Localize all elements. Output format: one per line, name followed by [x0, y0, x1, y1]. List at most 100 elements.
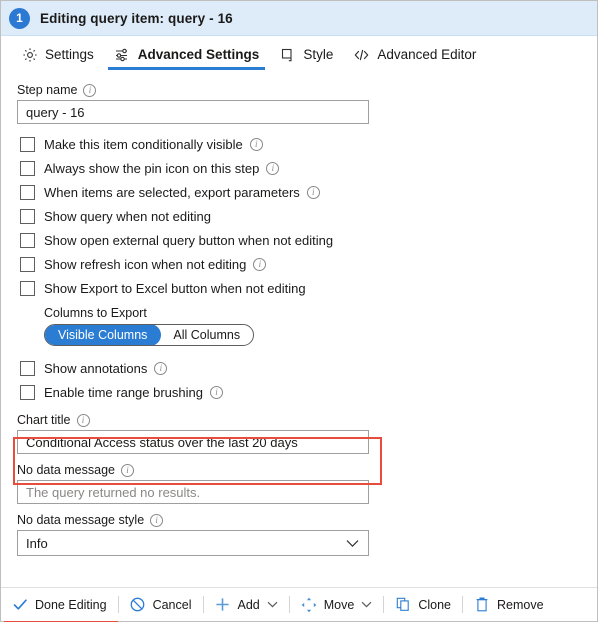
no-data-message-style-label-text: No data message style	[17, 513, 145, 527]
checkbox-row-show-annotations[interactable]: Show annotations i	[20, 356, 597, 380]
checkbox-export-parameters[interactable]	[20, 184, 35, 200]
chart-title-label: Chart title i	[17, 413, 597, 427]
chart-title-value: Conditional Access status over the last …	[26, 434, 298, 450]
info-icon[interactable]: i	[266, 161, 280, 175]
add-button[interactable]: Add	[204, 588, 289, 621]
step-number-badge: 1	[9, 7, 30, 29]
button-label: Cancel	[152, 597, 192, 612]
no-data-message-label-text: No data message	[17, 463, 115, 477]
gear-icon	[21, 46, 38, 63]
no-data-message-style-label: No data message style i	[17, 513, 597, 527]
checkbox-label-text: Make this item conditionally visible	[44, 136, 243, 152]
button-label: Done Editing	[35, 597, 107, 612]
step-name-value: query - 16	[26, 104, 85, 120]
checkbox-row-enable-time-range-brushing[interactable]: Enable time range brushing i	[20, 380, 597, 404]
checkbox-label: Show Export to Excel button when not edi…	[44, 281, 306, 296]
checkbox-row-export-parameters[interactable]: When items are selected, export paramete…	[20, 180, 597, 204]
checkbox-label: Show query when not editing	[44, 209, 211, 224]
info-icon[interactable]: i	[150, 513, 164, 527]
no-data-message-placeholder: The query returned no results.	[26, 484, 201, 500]
checkbox-label-text: Show annotations	[44, 360, 148, 376]
checkbox-conditionally-visible[interactable]	[20, 136, 35, 152]
tab-settings[interactable]: Settings	[11, 36, 104, 73]
button-label: Add	[237, 597, 260, 612]
checkbox-label-text: Show query when not editing	[44, 208, 211, 224]
tab-bar: Settings Advanced Settings Style Advance…	[1, 36, 597, 73]
pill-visible-columns[interactable]: Visible Columns	[45, 325, 161, 345]
checkbox-show-export-to-excel[interactable]	[20, 280, 35, 296]
button-label: Remove	[497, 597, 544, 612]
checkbox-label: Always show the pin icon on this step i	[44, 161, 280, 176]
checkbox-label-text: Show Export to Excel button when not edi…	[44, 280, 306, 296]
step-name-input[interactable]: query - 16	[17, 100, 369, 124]
checkbox-label: When items are selected, export paramete…	[44, 185, 320, 200]
checkbox-show-open-external-query[interactable]	[20, 232, 35, 248]
checkbox-label: Show open external query button when not…	[44, 233, 333, 248]
cancel-button[interactable]: Cancel	[119, 588, 203, 621]
tab-advanced-editor[interactable]: Advanced Editor	[343, 36, 486, 73]
tab-style[interactable]: Style	[269, 36, 343, 73]
checkbox-row-show-query[interactable]: Show query when not editing	[20, 204, 597, 228]
tab-label: Style	[303, 47, 334, 62]
step-name-label: Step name i	[17, 83, 597, 97]
checkbox-label: Show annotations i	[44, 360, 168, 376]
plus-icon	[215, 597, 231, 613]
info-icon[interactable]: i	[76, 413, 90, 427]
checkbox-row-conditionally-visible[interactable]: Make this item conditionally visible i	[20, 132, 597, 156]
move-button[interactable]: Move	[290, 588, 384, 621]
columns-to-export-label: Columns to Export	[44, 306, 147, 320]
sliders-icon	[114, 46, 131, 63]
info-icon[interactable]: i	[210, 385, 223, 399]
tab-label: Settings	[45, 47, 94, 62]
info-icon[interactable]: i	[120, 463, 134, 477]
chevron-down-icon[interactable]	[361, 601, 372, 608]
columns-to-export-toggle[interactable]: Visible Columns All Columns	[44, 324, 255, 346]
tab-advanced-settings[interactable]: Advanced Settings	[104, 36, 270, 73]
checkbox-show-query[interactable]	[20, 208, 35, 224]
checkbox-label-text: Show refresh icon when not editing	[44, 256, 247, 272]
done-editing-button[interactable]: Done Editing	[1, 588, 118, 621]
checkbox-label: Enable time range brushing i	[44, 385, 223, 400]
chevron-down-icon[interactable]	[267, 601, 278, 608]
info-icon[interactable]: i	[249, 137, 263, 151]
remove-button[interactable]: Remove	[463, 588, 555, 621]
info-icon[interactable]: i	[83, 83, 97, 97]
chart-title-label-text: Chart title	[17, 413, 71, 427]
command-bar: Done Editing Cancel Add Move Clone Remov…	[1, 587, 597, 621]
info-icon[interactable]: i	[306, 185, 320, 199]
checkbox-label: Show refresh icon when not editing i	[44, 256, 267, 272]
checkbox-row-show-open-external-query[interactable]: Show open external query button when not…	[20, 228, 597, 252]
info-icon[interactable]: i	[253, 257, 267, 271]
checkbox-show-annotations[interactable]	[20, 360, 35, 376]
move-arrows-icon	[301, 597, 317, 613]
checkbox-label-text: When items are selected, export paramete…	[44, 184, 300, 200]
checkbox-label-text: Show open external query button when not…	[44, 232, 334, 248]
button-label: Move	[323, 597, 355, 612]
checkbox-row-show-export-to-excel[interactable]: Show Export to Excel button when not edi…	[20, 276, 597, 300]
form-content: Step name i query - 16 Make this item co…	[1, 73, 597, 556]
no-data-message-style-value: Info	[26, 535, 48, 551]
editing-panel: 1 Editing query item: query - 16 Setting…	[0, 0, 598, 622]
clone-button[interactable]: Clone	[384, 588, 462, 621]
no-data-message-style-select[interactable]: Info	[17, 530, 369, 556]
copy-icon	[395, 597, 411, 613]
no-data-message-input[interactable]: The query returned no results.	[17, 480, 369, 504]
trash-icon	[474, 597, 490, 613]
checkbox-row-always-show-pin[interactable]: Always show the pin icon on this step i	[20, 156, 597, 180]
checkbox-always-show-pin[interactable]	[20, 160, 35, 176]
pill-all-columns[interactable]: All Columns	[160, 325, 253, 345]
cancel-circle-icon	[130, 597, 146, 613]
chevron-down-icon	[346, 539, 359, 548]
checkbox-row-show-refresh-icon[interactable]: Show refresh icon when not editing i	[20, 252, 597, 276]
page-title: Editing query item: query - 16	[40, 10, 233, 26]
step-name-label-text: Step name	[17, 83, 78, 97]
checkbox-label-text: Enable time range brushing	[44, 384, 203, 400]
chart-title-input[interactable]: Conditional Access status over the last …	[17, 430, 369, 454]
checkbox-label: Make this item conditionally visible i	[44, 137, 263, 152]
code-brackets-icon	[353, 46, 370, 63]
panel-header: 1 Editing query item: query - 16	[1, 1, 597, 36]
checkbox-enable-time-range-brushing[interactable]	[20, 384, 35, 400]
tab-label: Advanced Editor	[377, 47, 477, 62]
checkbox-show-refresh-icon[interactable]	[20, 256, 35, 272]
info-icon[interactable]: i	[154, 361, 168, 375]
